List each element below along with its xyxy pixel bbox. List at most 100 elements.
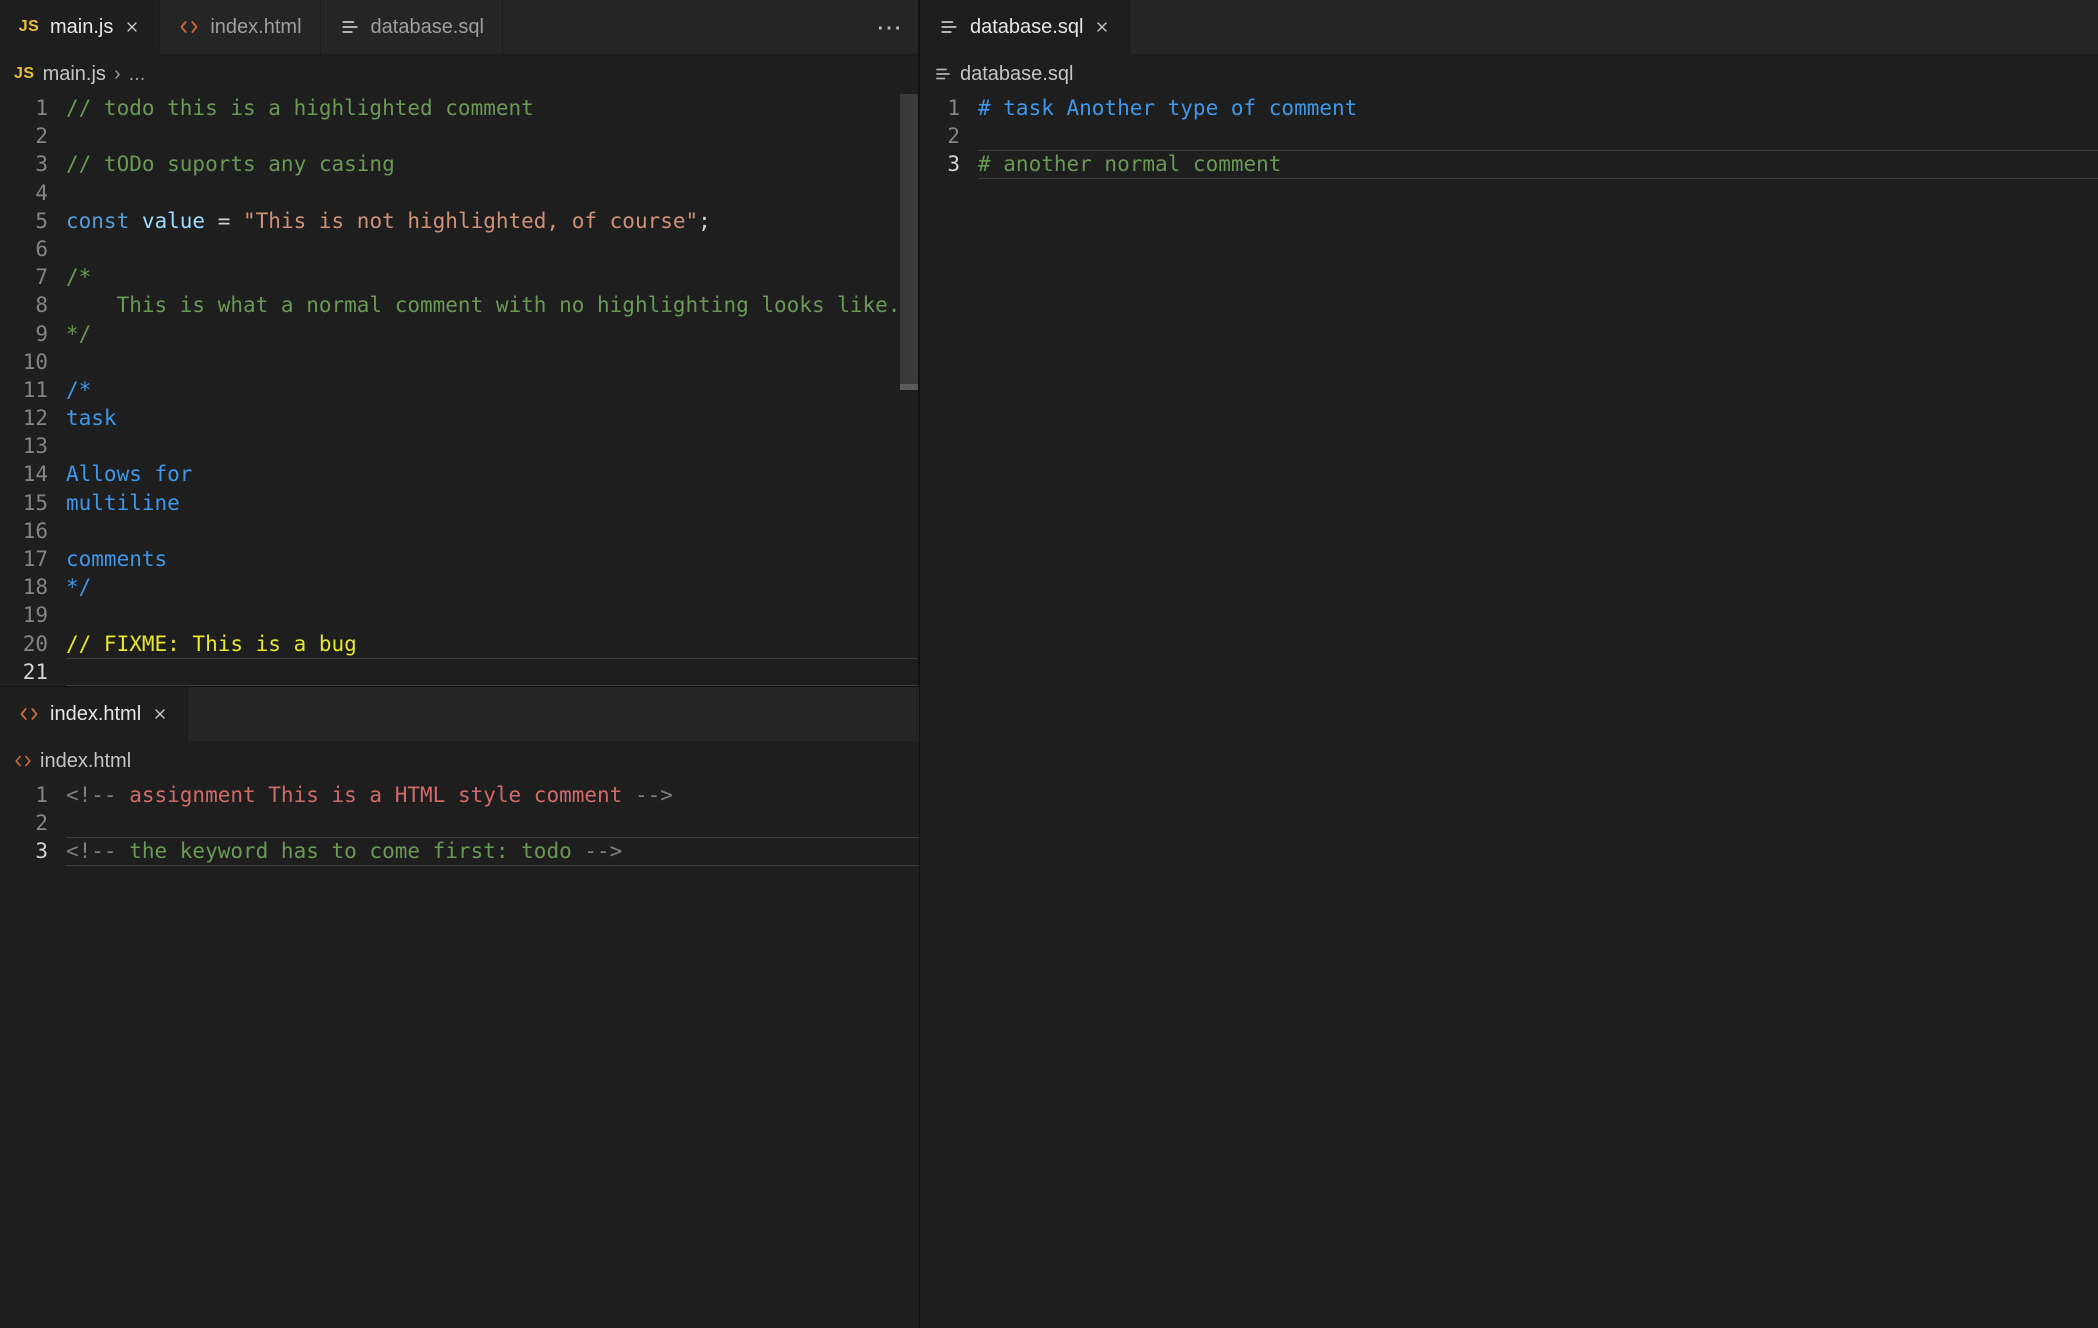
code-line[interactable]: // todo this is a highlighted comment	[66, 94, 908, 122]
code-line[interactable]	[66, 348, 908, 376]
line-number-gutter: 123	[920, 94, 978, 1328]
code-line[interactable]: // tODo suports any casing	[66, 150, 908, 178]
token: -->	[572, 839, 623, 863]
close-icon[interactable]	[123, 18, 141, 36]
code-area[interactable]: # task Another type of comment # another …	[978, 94, 2098, 1328]
code-editor[interactable]: 123456789101112131415161718192021 // tod…	[0, 94, 918, 686]
token: value	[142, 209, 205, 233]
line-number: 7	[0, 263, 48, 291]
token: This is what a normal comment with no hi…	[66, 293, 900, 317]
code-line[interactable]: # another normal comment	[978, 150, 2088, 178]
tab-database-sql[interactable]: database.sql	[321, 0, 503, 54]
tab-label: database.sql	[970, 16, 1083, 39]
token: // todo this is a highlighted comment	[66, 96, 534, 120]
close-icon[interactable]	[151, 705, 169, 723]
line-number-gutter: 123	[0, 781, 66, 1328]
code-line[interactable]	[66, 179, 908, 207]
code-line[interactable]: /*	[66, 263, 908, 291]
code-line[interactable]	[66, 432, 908, 460]
tab-overflow-button[interactable]: ⋯	[870, 7, 910, 47]
line-number: 8	[0, 291, 48, 319]
code-line[interactable]	[66, 235, 908, 263]
token: assignment This is a HTML style comment	[129, 783, 622, 807]
code-line[interactable]: /*	[66, 376, 908, 404]
sql-file-icon	[938, 16, 960, 38]
tab-label: main.js	[50, 16, 113, 39]
token: <!--	[66, 839, 129, 863]
code-line[interactable]: <!-- assignment This is a HTML style com…	[66, 781, 909, 809]
sql-file-icon	[934, 65, 952, 83]
code-line[interactable]: multiline	[66, 489, 908, 517]
tab-bar: index.html	[0, 687, 919, 741]
code-line[interactable]	[66, 809, 909, 837]
sql-file-icon	[339, 16, 361, 38]
code-line[interactable]: // FIXME: This is a bug	[66, 630, 908, 658]
js-file-icon: JS	[14, 65, 35, 83]
code-line[interactable]	[978, 122, 2088, 150]
line-number: 20	[0, 630, 48, 658]
scrollbar-track[interactable]	[900, 94, 918, 686]
token: # another normal comment	[978, 152, 1281, 176]
breadcrumb[interactable]: database.sql	[920, 54, 2098, 94]
line-number: 10	[0, 348, 48, 376]
token: <!--	[66, 783, 129, 807]
breadcrumb[interactable]: index.html	[0, 741, 919, 781]
scrollbar-thumb[interactable]	[900, 94, 918, 384]
code-line[interactable]	[66, 658, 908, 686]
ellipsis-icon: ⋯	[876, 12, 904, 43]
code-line[interactable]: */	[66, 320, 908, 348]
tab-bar: database.sql	[920, 0, 2098, 54]
line-number: 4	[0, 179, 48, 207]
code-editor[interactable]: 123 <!-- assignment This is a HTML style…	[0, 781, 919, 1328]
breadcrumb[interactable]: JS main.js › ...	[0, 54, 918, 94]
code-line[interactable]: comments	[66, 545, 908, 573]
editor-pane-main-js: JS main.js index.html database.sql	[0, 0, 919, 686]
code-line[interactable]	[66, 122, 908, 150]
line-number: 3	[920, 150, 960, 178]
line-number-gutter: 123456789101112131415161718192021	[0, 94, 66, 686]
breadcrumb-tail: ...	[129, 63, 146, 86]
code-line[interactable]	[66, 601, 908, 629]
code-line[interactable]: # task Another type of comment	[978, 94, 2088, 122]
tab-main-js[interactable]: JS main.js	[0, 0, 160, 54]
line-number: 21	[0, 658, 48, 686]
tab-index-html[interactable]: index.html	[160, 0, 320, 54]
code-line[interactable]: task	[66, 404, 908, 432]
code-line[interactable]: <!-- the keyword has to come first: todo…	[66, 837, 909, 865]
editor-pane-index-html: index.html index.html 123 <!-- assignmen…	[0, 686, 919, 1328]
line-number: 1	[0, 94, 48, 122]
close-icon[interactable]	[1093, 18, 1111, 36]
token: "This is not highlighted, of course"	[243, 209, 698, 233]
code-area[interactable]: // todo this is a highlighted comment // …	[66, 94, 918, 686]
line-number: 5	[0, 207, 48, 235]
code-area[interactable]: <!-- assignment This is a HTML style com…	[66, 781, 919, 1328]
line-number: 3	[0, 837, 48, 865]
token: -->	[622, 783, 673, 807]
tab-label: index.html	[210, 16, 301, 39]
line-number: 15	[0, 489, 48, 517]
line-number: 2	[920, 122, 960, 150]
token: Allows for	[66, 462, 192, 486]
code-line[interactable]	[66, 517, 908, 545]
token: /*	[66, 265, 91, 289]
tab-index-html[interactable]: index.html	[0, 687, 188, 741]
line-number: 11	[0, 376, 48, 404]
token: /*	[66, 378, 91, 402]
token: comments	[66, 547, 167, 571]
tab-label: database.sql	[371, 16, 484, 39]
code-line[interactable]: This is what a normal comment with no hi…	[66, 291, 908, 319]
line-number: 2	[0, 122, 48, 150]
html-file-icon	[178, 16, 200, 38]
token: ;	[698, 209, 711, 233]
token: # task Another type of comment	[978, 96, 1357, 120]
breadcrumb-file: main.js	[43, 63, 106, 86]
code-line[interactable]: */	[66, 573, 908, 601]
line-number: 9	[0, 320, 48, 348]
overview-ruler-mark	[900, 384, 918, 390]
line-number: 2	[0, 809, 48, 837]
code-editor[interactable]: 123 # task Another type of comment # anot…	[920, 94, 2098, 1328]
tab-database-sql[interactable]: database.sql	[920, 0, 1130, 54]
code-line[interactable]: Allows for	[66, 460, 908, 488]
code-line[interactable]: const value = "This is not highlighted, …	[66, 207, 908, 235]
tab-label: index.html	[50, 703, 141, 726]
